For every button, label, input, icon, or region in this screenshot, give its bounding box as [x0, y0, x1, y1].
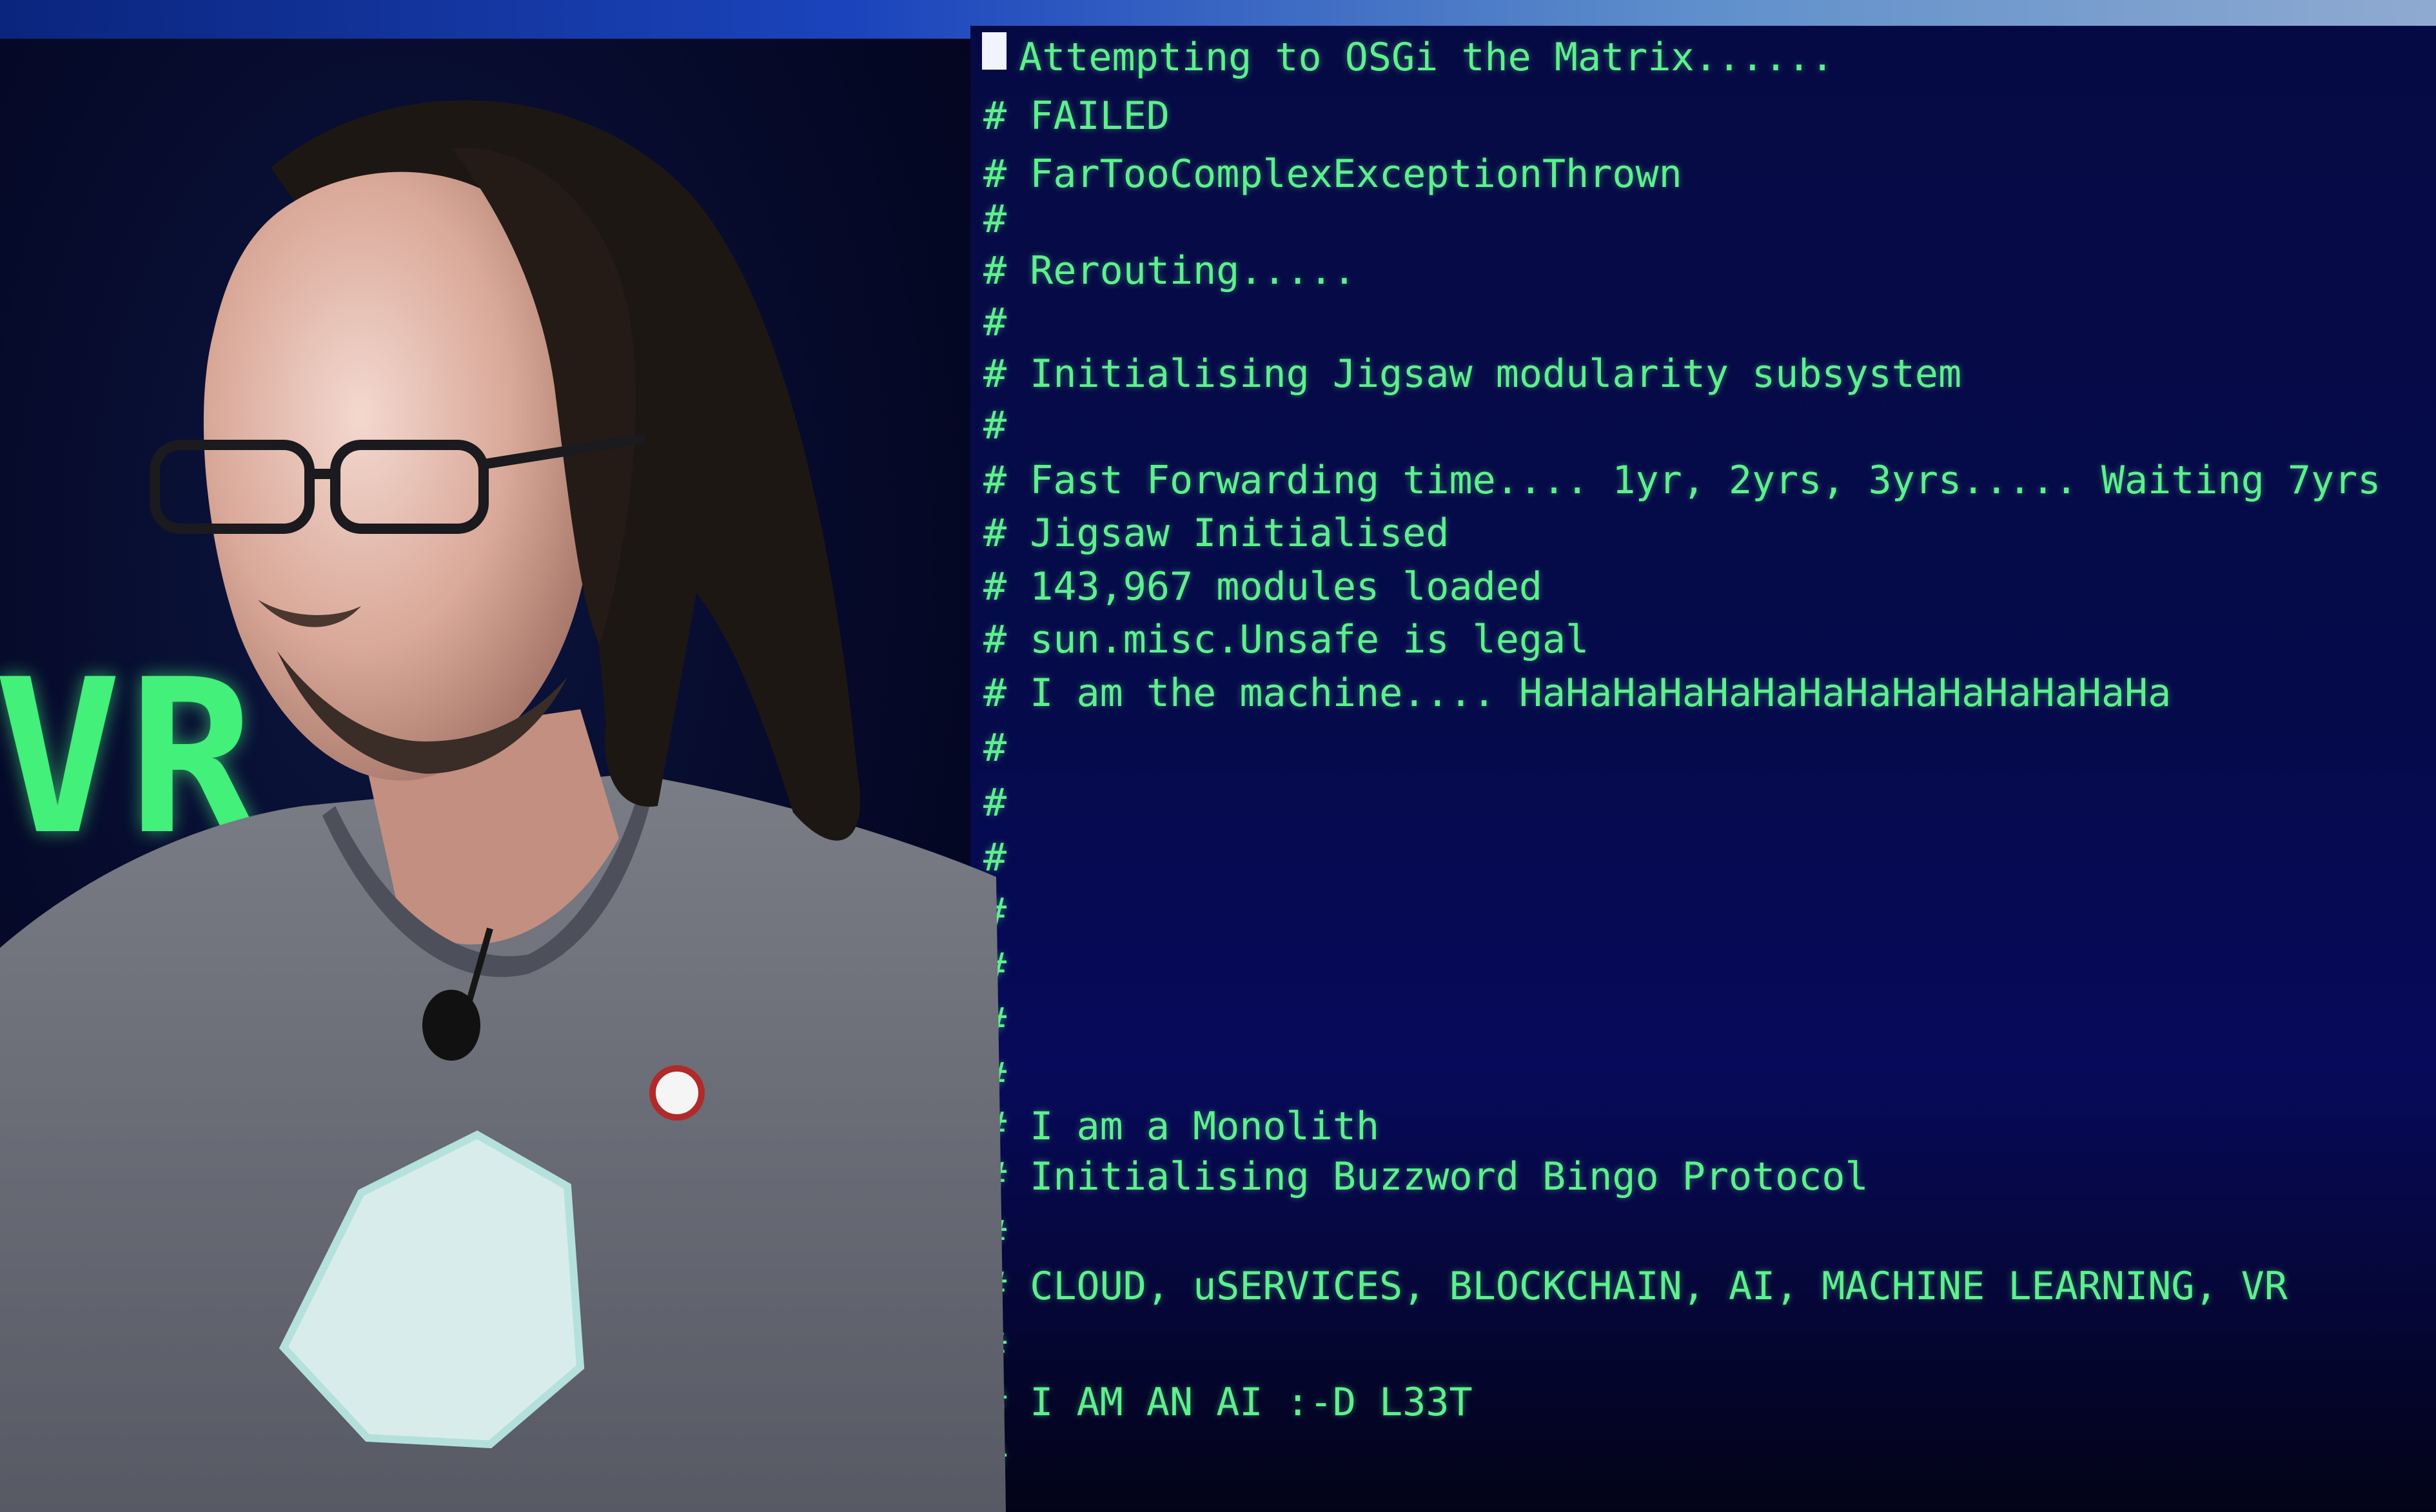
terminal-line: # I am a Monolith	[983, 1104, 1380, 1149]
terminal-line: # I AM AN AI :-D L33T	[983, 1380, 1473, 1425]
terminal-line: # Rerouting.....	[983, 248, 1356, 293]
terminal-line: # I am the machine.... HaHaHaHaHaHaHaHaH…	[983, 671, 2172, 716]
terminal-line: # Initialising Jigsaw modularity subsyst…	[983, 351, 1962, 397]
terminal-line: # FAILED	[983, 93, 1170, 139]
terminal-line: # Jigsaw Initialised	[983, 511, 1449, 556]
terminal-line: Attempting to OSGi the Matrix......	[1019, 35, 1834, 80]
terminal-line: # Fast Forwarding time.... 1yr, 2yrs, 3y…	[983, 458, 2381, 503]
terminal-line: # sun.misc.Unsafe is legal	[983, 617, 1589, 662]
presenter-figure	[0, 100, 1006, 1512]
lapel-pin	[649, 1065, 705, 1121]
terminal-screen: Attempting to OSGi the Matrix...... # FA…	[970, 26, 2436, 1512]
terminal-line: # FarTooComplexExceptionThrown	[983, 152, 1682, 197]
terminal-line: # Initialising Buzzword Bingo Protocol	[983, 1154, 1869, 1199]
terminal-line: # 143,967 modules loaded	[983, 564, 1542, 609]
photo-stage: VR Attempting to OSGi the Matrix...... #…	[0, 0, 2436, 1512]
terminal-line: # CLOUD, uSERVICES, BLOCKCHAIN, AI, MACH…	[983, 1264, 2288, 1309]
